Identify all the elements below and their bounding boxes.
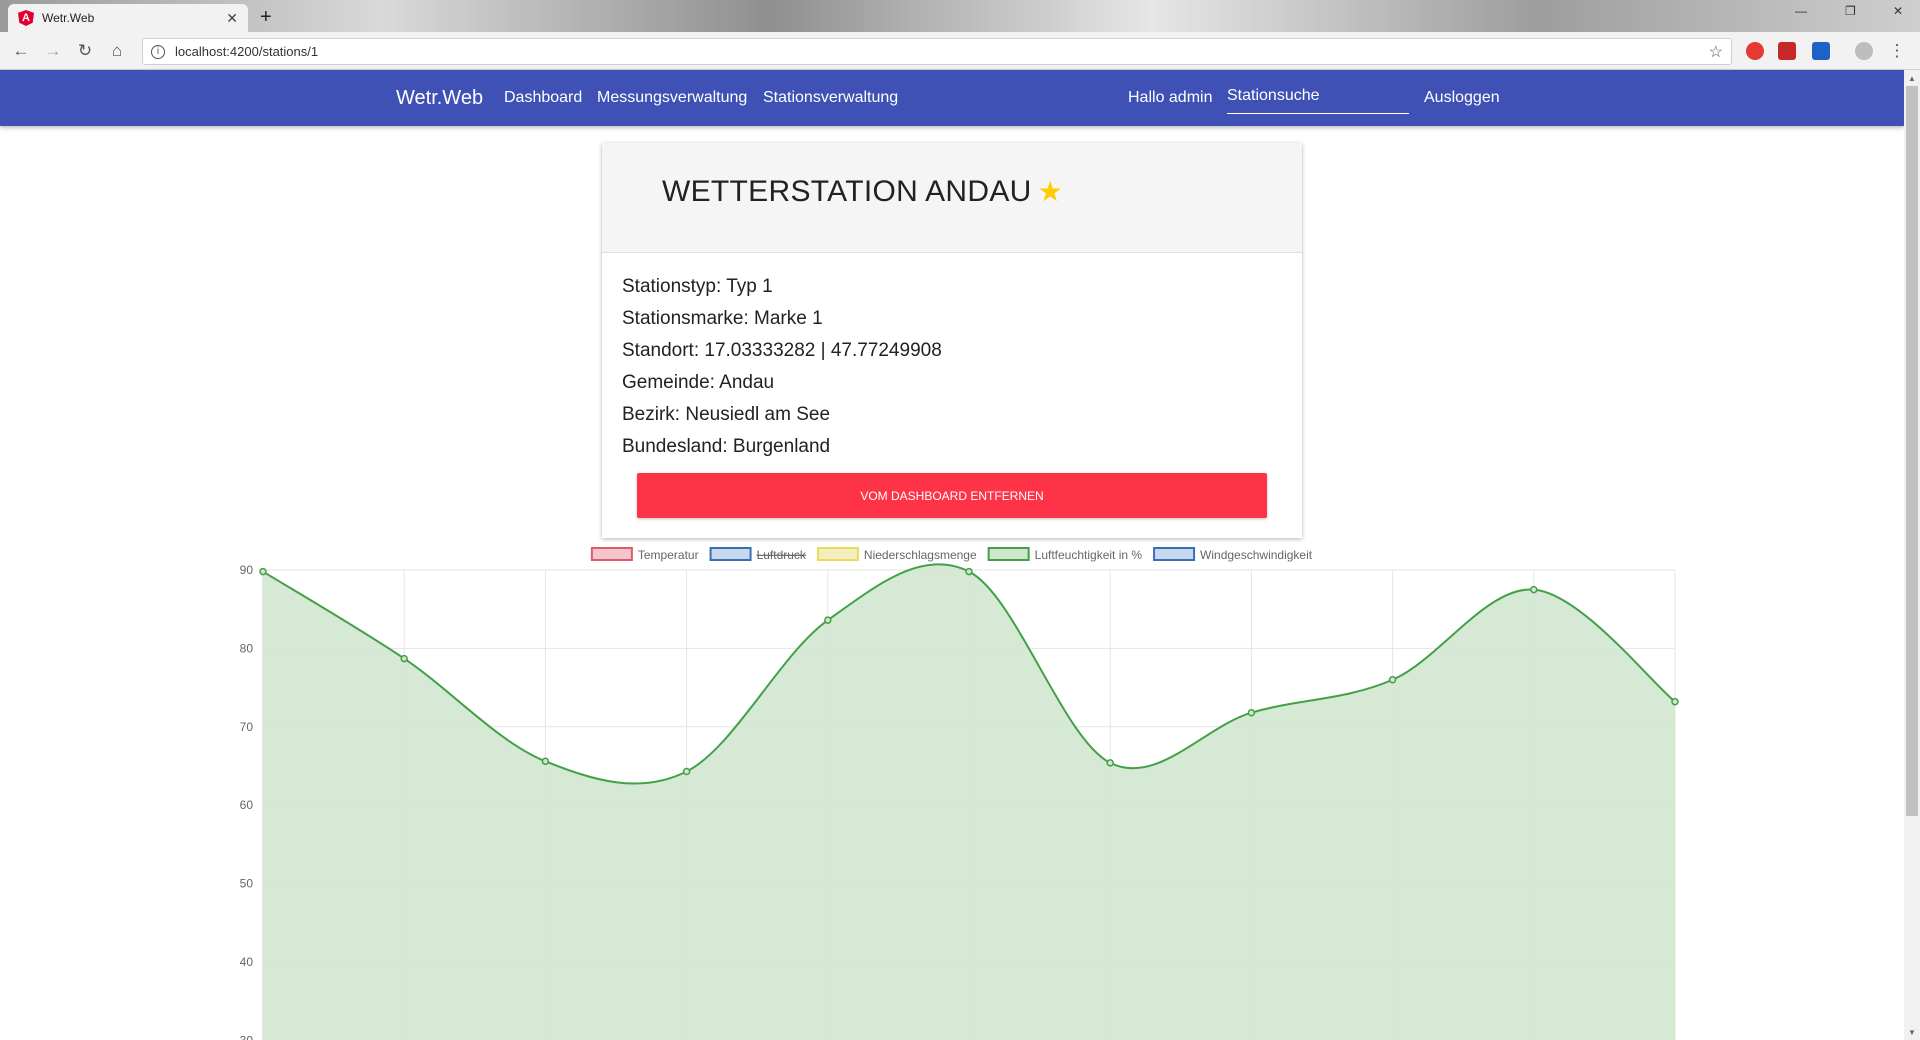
new-tab-button[interactable]: +	[260, 6, 272, 29]
legend-swatch	[1153, 547, 1196, 561]
data-point	[259, 567, 267, 576]
y-tick-label: 30	[240, 1033, 254, 1040]
browser-tab[interactable]: A Wetr.Web ✕	[8, 4, 248, 32]
data-point	[1671, 697, 1679, 706]
forward-icon[interactable]: →	[42, 40, 64, 62]
detail-bundesland: Bundesland: Burgenland	[622, 436, 831, 457]
legend-label: Windgeschwindigkeit	[1200, 548, 1313, 562]
minimize-icon[interactable]: —	[1795, 4, 1807, 18]
bookmark-star-icon[interactable]: ☆	[1709, 42, 1723, 62]
home-icon[interactable]: ⌂	[106, 40, 128, 62]
data-point	[1106, 759, 1114, 767]
legend-swatch	[987, 547, 1030, 561]
nav-dashboard[interactable]: Dashboard	[504, 89, 582, 107]
logout-link[interactable]: Ausloggen	[1424, 89, 1500, 107]
legend-swatch	[590, 547, 633, 561]
user-greeting: Hallo admin	[1128, 89, 1213, 106]
menu-dots-icon[interactable]: ⋮	[1886, 40, 1908, 62]
window-close-icon[interactable]: ✕	[1893, 4, 1903, 18]
legend-swatch	[709, 547, 752, 561]
data-point	[400, 654, 408, 663]
scrollbar-thumb[interactable]	[1906, 86, 1918, 816]
browser-toolbar: ← → ↻ ⌂ i localhost:4200/stations/1 ☆ ⋮	[0, 32, 1920, 70]
station-search-input[interactable]: Stationsuche	[1227, 84, 1409, 114]
close-icon[interactable]: ✕	[226, 10, 238, 27]
station-card-header: WETTERSTATION ANDAU ★	[602, 143, 1302, 253]
data-point	[682, 767, 691, 776]
y-tick-label: 60	[240, 798, 254, 812]
y-tick-label: 50	[240, 877, 254, 891]
data-point	[1388, 676, 1397, 684]
nav-messungsverwaltung[interactable]: Messungsverwaltung	[597, 89, 747, 107]
detail-gemeinde: Gemeinde: Andau	[622, 372, 775, 393]
url-text: localhost:4200/stations/1	[175, 44, 319, 59]
station-title: WETTERSTATION ANDAU ★	[662, 175, 1063, 209]
browser-tab-strip: A Wetr.Web ✕ + — ❐ ✕	[0, 0, 1920, 32]
detail-standort: Standort: 17.03333282 | 47.77249908	[622, 340, 942, 361]
data-point	[824, 616, 832, 624]
info-icon[interactable]: i	[151, 44, 165, 59]
y-tick-label: 90	[240, 563, 254, 577]
restore-icon[interactable]: ❐	[1845, 4, 1856, 18]
data-point	[1247, 708, 1256, 717]
station-title-text: WETTERSTATION ANDAU	[662, 175, 1032, 208]
data-point	[965, 567, 973, 576]
data-point	[1530, 585, 1538, 594]
data-point	[541, 757, 550, 766]
address-bar[interactable]: i localhost:4200/stations/1 ☆	[142, 38, 1732, 65]
legend-label: Niederschlagsmenge	[864, 548, 977, 562]
tab-title: Wetr.Web	[42, 11, 95, 25]
station-details: Stationstyp: Typ 1 Stationsmarke: Marke …	[602, 253, 1302, 463]
remove-from-dashboard-button[interactable]: VOM DASHBOARD ENTFERNEN	[637, 473, 1267, 518]
area-fill-luftfeuchtigkeit	[263, 564, 1675, 1040]
legend-label: Luftdruck	[757, 548, 807, 562]
app-navbar: Wetr.Web Dashboard Messungsverwaltung St…	[0, 70, 1904, 126]
detail-stationsmarke: Stationsmarke: Marke 1	[622, 308, 823, 329]
calendar-extension-icon[interactable]	[1812, 42, 1830, 60]
y-tick-label: 80	[240, 641, 254, 655]
profile-avatar-icon[interactable]	[1855, 42, 1873, 60]
detail-bezirk: Bezirk: Neusiedl am See	[622, 404, 831, 425]
opera-extension-icon[interactable]	[1746, 42, 1764, 60]
scroll-down-icon[interactable]: ▼	[1908, 1028, 1916, 1037]
angular-icon: A	[18, 10, 34, 26]
favorite-star-icon[interactable]: ★	[1038, 176, 1063, 207]
detail-stationstyp: Stationstyp: Typ 1	[622, 276, 773, 297]
y-tick-label: 40	[240, 955, 254, 969]
station-card: WETTERSTATION ANDAU ★ Stationstyp: Typ 1 …	[602, 143, 1302, 538]
measurement-chart: 90 80 70 60 50 40 30 Temperatur Luftdruck Nieders…	[240, 547, 1679, 1040]
password-extension-icon[interactable]	[1778, 42, 1796, 60]
y-tick-label: 70	[240, 720, 254, 734]
legend-label: Temperatur	[638, 548, 699, 562]
back-icon[interactable]: ←	[10, 40, 32, 62]
reload-icon[interactable]: ↻	[74, 40, 96, 62]
scroll-up-icon[interactable]: ▲	[1908, 74, 1916, 83]
legend-swatch	[816, 547, 859, 561]
nav-stationsverwaltung[interactable]: Stationsverwaltung	[763, 89, 898, 107]
legend-label: Luftfeuchtigkeit in %	[1035, 548, 1143, 562]
brand-logo[interactable]: Wetr.Web	[396, 87, 483, 110]
